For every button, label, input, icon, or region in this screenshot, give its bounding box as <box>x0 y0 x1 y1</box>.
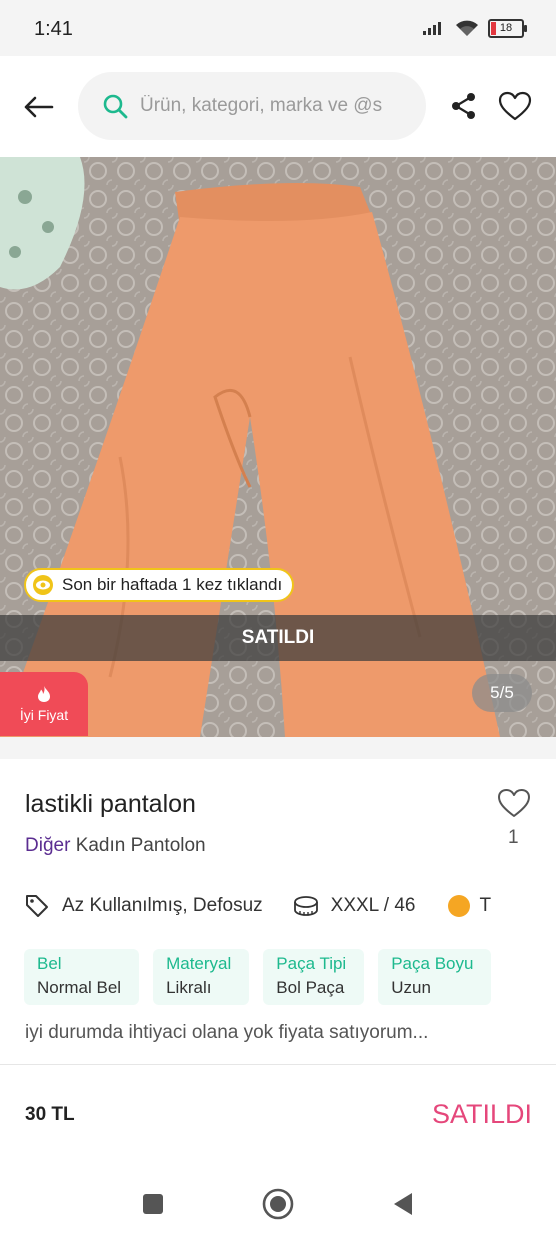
spec-chip: Bel Normal Bel <box>24 949 140 1005</box>
product-category: Diğer Kadın Pantolon <box>25 835 206 857</box>
triangle-back-icon <box>394 1193 412 1215</box>
spec-chip: Paça Tipi Bol Paça <box>263 949 365 1005</box>
divider <box>0 1064 556 1065</box>
recents-button[interactable] <box>133 1184 173 1224</box>
color-swatch <box>447 895 470 917</box>
status-time: 1:41 <box>34 18 73 40</box>
size-text: XXXL / 46 <box>330 895 416 916</box>
brand-link[interactable]: Diğer <box>25 835 70 856</box>
view-count-text: Son bir haftada 1 kez tıklandı <box>62 575 283 594</box>
condition-attribute: Az Kullanılmış, Defosuz <box>24 893 263 919</box>
heart-outline-icon <box>498 789 530 817</box>
tag-icon <box>26 895 48 917</box>
product-photo[interactable]: Son bir haftada 1 kez tıklandı SATILDI İ… <box>0 157 556 737</box>
product-description[interactable]: iyi durumda ihtiyaci olana yok fiyata sa… <box>25 1022 428 1044</box>
measuring-tape-icon <box>293 896 318 916</box>
spec-key: Materyal <box>166 954 232 973</box>
spec-value: Uzun <box>391 978 431 997</box>
back-nav-button[interactable] <box>383 1184 423 1224</box>
color-text: T <box>479 895 492 916</box>
product-price: 30 TL <box>25 1104 75 1125</box>
signal-icon <box>423 22 441 35</box>
good-price-badge: İyi Fiyat <box>0 672 88 736</box>
search-input[interactable] <box>138 94 412 118</box>
search-bar[interactable] <box>78 72 426 140</box>
top-bar <box>0 56 556 156</box>
search-icon <box>103 94 128 119</box>
sold-banner: SATILDI <box>0 615 556 661</box>
back-arrow-icon <box>24 96 54 118</box>
spec-key: Bel <box>37 954 62 973</box>
spec-value: Likralı <box>166 978 212 997</box>
sold-status: SATILDI <box>431 1099 532 1129</box>
category-link[interactable]: Kadın Pantolon <box>76 835 206 856</box>
condition-text: Az Kullanılmış, Defosuz <box>62 895 263 916</box>
product-title: lastikli pantalon <box>25 790 196 818</box>
square-icon <box>143 1194 163 1214</box>
favorite-button[interactable] <box>496 87 534 125</box>
spec-chip: Paça Boyu Uzun <box>378 949 492 1005</box>
eye-icon <box>33 575 53 595</box>
system-icons: 18 <box>422 18 527 38</box>
battery-level: 18 <box>499 21 513 34</box>
spec-chip: Materyal Likralı <box>153 949 250 1005</box>
wifi-icon <box>456 20 478 36</box>
like-count: 1 <box>508 827 519 848</box>
system-nav-bar <box>0 1160 556 1235</box>
share-button[interactable] <box>446 88 482 124</box>
status-bar: 1:41 18 <box>0 0 556 56</box>
good-price-label: İyi Fiyat <box>19 707 69 723</box>
share-icon <box>452 93 475 119</box>
view-count-badge: Son bir haftada 1 kez tıklandı <box>24 568 295 602</box>
size-attribute: XXXL / 46 <box>293 894 416 918</box>
heart-icon <box>498 91 532 121</box>
product-attributes: Az Kullanılmış, Defosuz XXXL / 46 T <box>24 890 556 922</box>
spec-chips: Bel Normal Bel Materyal Likralı Paça Tip… <box>24 949 492 1005</box>
spec-value: Normal Bel <box>37 978 122 997</box>
spec-key: Paça Tipi <box>276 954 347 973</box>
section-separator <box>0 737 556 759</box>
spec-value: Bol Paça <box>276 978 345 997</box>
like-button[interactable] <box>496 786 532 820</box>
circle-home-icon <box>262 1188 294 1220</box>
image-counter: 5/5 <box>472 674 532 712</box>
flame-icon <box>38 686 50 702</box>
spec-key: Paça Boyu <box>391 954 474 973</box>
battery-icon: 18 <box>488 18 527 38</box>
color-attribute: T <box>447 895 492 917</box>
back-button[interactable] <box>20 89 56 125</box>
home-button[interactable] <box>258 1184 298 1224</box>
